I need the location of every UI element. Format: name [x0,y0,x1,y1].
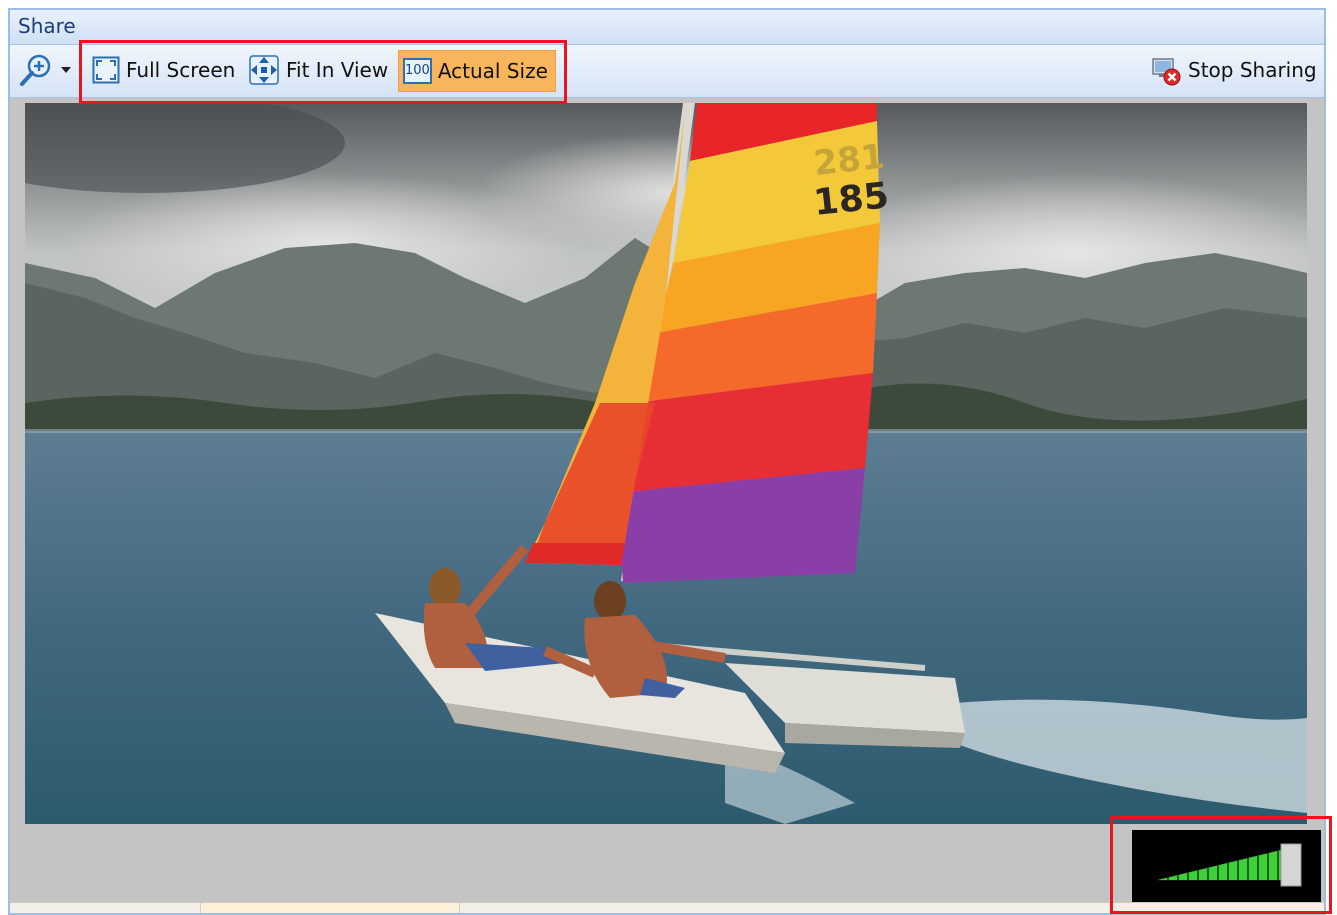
volume-level-graphic [1157,843,1302,887]
actual-size-icon: 100 [403,58,432,84]
stop-sharing-icon [1152,58,1181,86]
actual-size-label: Actual Size [437,59,548,83]
bottom-status-strip [10,902,1324,913]
zoom-button[interactable] [18,51,72,89]
actual-size-button[interactable]: 100 Actual Size [398,50,556,92]
stop-sharing-button[interactable]: Stop Sharing [1150,51,1317,89]
full-screen-button[interactable]: Full Screen [92,51,235,89]
sail-number-bottom: 185 [812,175,891,224]
zoom-in-icon [20,54,51,86]
chevron-down-icon[interactable] [60,65,72,75]
share-window: Share Full Screen Fit In View 100 Actual… [8,8,1326,915]
bottom-tab[interactable] [200,903,460,913]
stop-sharing-label: Stop Sharing [1188,58,1317,82]
volume-meter[interactable] [1132,830,1321,902]
move-arrows-icon [249,55,279,85]
fit-in-view-button[interactable]: Fit In View [248,51,388,89]
fit-in-view-label: Fit In View [286,58,389,82]
volume-slider-thumb[interactable] [1280,843,1302,887]
shared-video-view[interactable]: 281 185 [25,103,1307,824]
window-title: Share [18,14,76,38]
title-bar: Share [10,10,1324,45]
shared-video-image: 281 185 [25,103,1307,824]
full-screen-label: Full Screen [126,58,236,82]
full-screen-icon [92,56,120,84]
share-toolbar: Full Screen Fit In View 100 Actual Size [10,45,1324,98]
